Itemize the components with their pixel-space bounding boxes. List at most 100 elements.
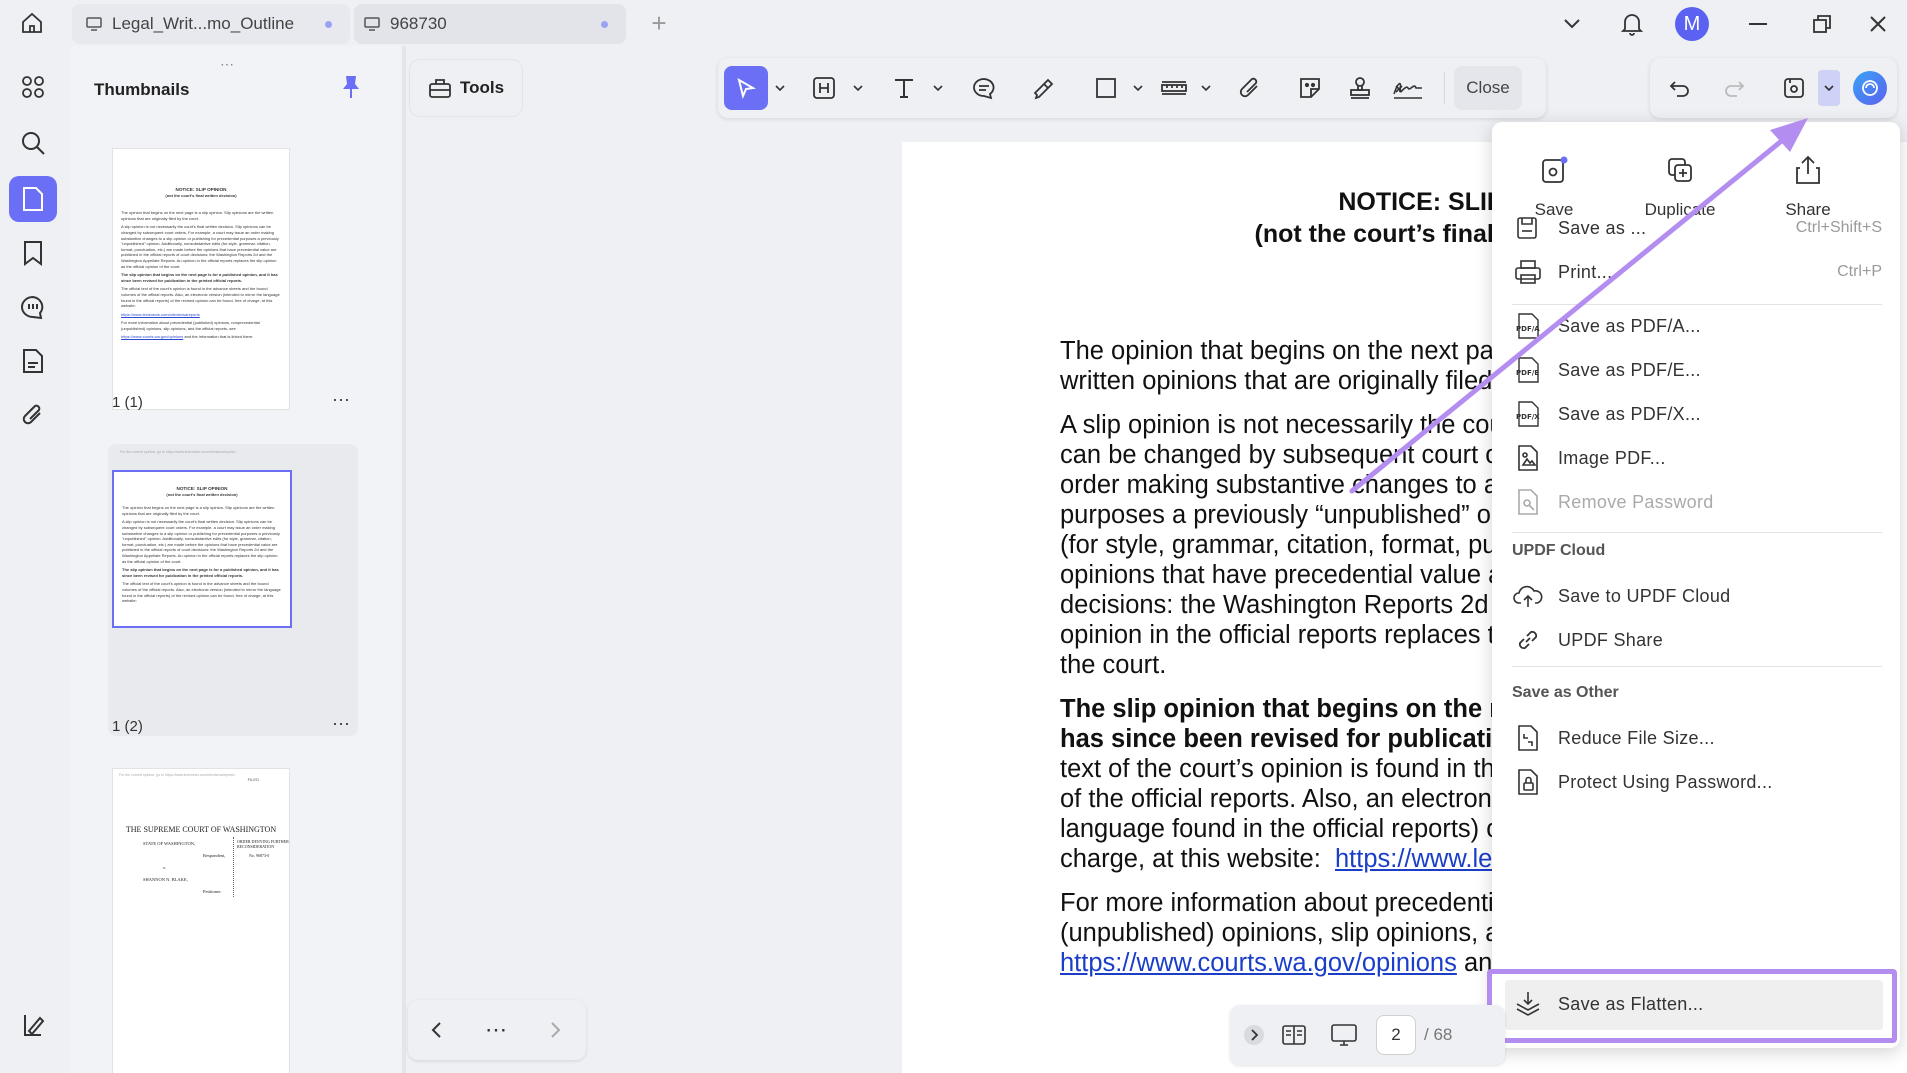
highlighter-icon[interactable]	[1022, 66, 1066, 110]
unsaved-dot	[601, 21, 608, 28]
minimize-icon[interactable]	[1738, 4, 1778, 44]
chevron-down-icon[interactable]	[852, 82, 864, 94]
attachment-doc-icon[interactable]	[9, 338, 57, 384]
doc-text: charge, at this website:	[1060, 845, 1335, 873]
tools-button[interactable]: Tools	[410, 60, 522, 116]
heading-icon[interactable]	[802, 66, 846, 110]
document-tab-icon	[364, 15, 382, 33]
file-toolbar	[1650, 58, 1897, 118]
user-avatar[interactable]: M	[1672, 4, 1712, 44]
image-pdf-icon	[1512, 442, 1544, 474]
chevron-left-icon[interactable]	[416, 1010, 456, 1050]
printer-icon	[1512, 256, 1544, 288]
text-icon[interactable]	[882, 66, 926, 110]
menu-save-as[interactable]: Save as ... Ctrl+Shift+S	[1512, 206, 1882, 250]
add-tab-button[interactable]: +	[645, 10, 673, 38]
save-icon	[1494, 150, 1614, 190]
close-window-icon[interactable]	[1858, 4, 1898, 44]
save-file-icon[interactable]	[1774, 66, 1814, 110]
section-updf-cloud: UPDF Cloud	[1512, 542, 1606, 559]
tools-label: Tools	[459, 78, 505, 97]
paperclip-icon[interactable]	[9, 392, 57, 438]
pin-icon[interactable]	[340, 74, 362, 105]
menu-save-to-cloud[interactable]: Save to UPDF Cloud	[1512, 574, 1882, 618]
svg-text:PDF/A: PDF/A	[1516, 325, 1540, 333]
chevron-down-icon[interactable]	[932, 82, 944, 94]
duplicate-icon	[1620, 150, 1740, 190]
tab-label: 968730	[390, 14, 447, 33]
more-icon[interactable]: ⋯	[332, 714, 351, 735]
close-button[interactable]: Close	[1454, 66, 1522, 110]
unsaved-dot	[325, 21, 332, 28]
tab-label: Legal_Writ...mo_Outline	[112, 14, 295, 33]
collapse-arrow-icon[interactable]	[1234, 1015, 1274, 1055]
menu-updf-share[interactable]: UPDF Share	[1512, 618, 1882, 662]
signature-icon[interactable]	[1386, 66, 1430, 110]
save-as-icon	[1512, 212, 1544, 244]
pdf-a-icon: PDF/A	[1512, 310, 1544, 342]
select-cursor-icon[interactable]	[724, 66, 768, 110]
compress-icon	[1512, 722, 1544, 754]
bookmark-icon[interactable]	[9, 230, 57, 276]
thumbnails-icon[interactable]	[9, 176, 57, 222]
comment-bubble-icon[interactable]	[962, 66, 1006, 110]
comment-icon[interactable]	[9, 284, 57, 330]
redo-icon[interactable]	[1714, 66, 1754, 110]
menu-save-pdfe[interactable]: PDF/E Save as PDF/E...	[1512, 348, 1882, 392]
sticker-icon[interactable]	[1288, 66, 1332, 110]
page-thumbnail-1[interactable]: NOTICE: SLIP OPINION (not the court's fi…	[112, 148, 290, 410]
layers-icon[interactable]	[9, 1002, 57, 1048]
page-header-note: For the current opinion, go to https://w…	[120, 450, 237, 454]
ai-assistant-icon[interactable]	[1850, 66, 1890, 110]
attach-file-icon[interactable]	[1228, 66, 1272, 110]
chevron-down-icon[interactable]	[1200, 82, 1212, 94]
avatar: M	[1675, 7, 1709, 41]
chevron-right-icon[interactable]	[536, 1010, 576, 1050]
menu-print[interactable]: Print... Ctrl+P	[1512, 250, 1882, 294]
share-icon	[1748, 150, 1868, 190]
stamp-icon[interactable]	[1338, 66, 1382, 110]
page-thumbnail-2[interactable]: NOTICE: SLIP OPINION (not the court's fi…	[112, 470, 292, 628]
thumbnail-content: NOTICE: SLIP OPINION (not the court's fi…	[121, 187, 280, 340]
more-icon[interactable]: ⋯	[476, 1010, 516, 1050]
measure-ruler-icon[interactable]	[1152, 66, 1196, 110]
svg-text:PDF/E: PDF/E	[1516, 369, 1539, 377]
page-thumbnail-3[interactable]: For the current opinion, go to https://w…	[112, 768, 290, 1073]
restore-icon[interactable]	[1802, 4, 1842, 44]
lock-doc-icon	[1512, 766, 1544, 798]
menu-image-pdf[interactable]: Image PDF...	[1512, 436, 1882, 480]
undo-icon[interactable]	[1660, 66, 1700, 110]
home-icon[interactable]	[12, 6, 52, 40]
two-page-view-icon[interactable]	[1274, 1015, 1314, 1055]
menu-reduce-file-size[interactable]: Reduce File Size...	[1512, 716, 1882, 760]
menu-save-pdfa[interactable]: PDF/A Save as PDF/A...	[1512, 304, 1882, 348]
search-icon[interactable]	[9, 120, 57, 166]
svg-text:PDF/X: PDF/X	[1516, 413, 1540, 421]
page-number-input[interactable]: 2	[1376, 1015, 1416, 1055]
link-icon	[1512, 624, 1544, 656]
thumbnails-title: Thumbnails	[94, 80, 190, 99]
annotation-toolbar: Close	[718, 58, 1546, 118]
bell-icon[interactable]	[1612, 4, 1652, 44]
cloud-upload-icon	[1512, 580, 1544, 612]
save-options-dropdown[interactable]	[1818, 70, 1840, 106]
rectangle-shape-icon[interactable]	[1084, 66, 1128, 110]
document-tab-icon	[86, 15, 104, 33]
left-rail	[0, 46, 66, 1073]
bottom-navigation: ⋯	[408, 1000, 586, 1060]
apps-grid-icon[interactable]	[9, 64, 57, 110]
chevron-down-icon[interactable]	[1132, 82, 1144, 94]
panel-grip[interactable]: ⋯	[220, 56, 236, 73]
page-label: 1 (1)	[112, 394, 143, 411]
menu-save-pdfx[interactable]: PDF/X Save as PDF/X...	[1512, 392, 1882, 436]
tab-legal-writing[interactable]: Legal_Writ...mo_Outline	[72, 4, 350, 44]
chevron-down-icon[interactable]	[1552, 4, 1592, 44]
tab-968730[interactable]: 968730	[354, 4, 626, 44]
presentation-icon[interactable]	[1324, 1015, 1364, 1055]
courts-link[interactable]: https://www.courts.wa.gov/opinions	[1060, 949, 1457, 977]
menu-protect-password[interactable]: Protect Using Password...	[1512, 760, 1882, 804]
chevron-down-icon[interactable]	[774, 82, 786, 94]
page-total: / 68	[1424, 1025, 1453, 1044]
more-icon[interactable]: ⋯	[332, 390, 351, 411]
pdf-e-icon: PDF/E	[1512, 354, 1544, 386]
